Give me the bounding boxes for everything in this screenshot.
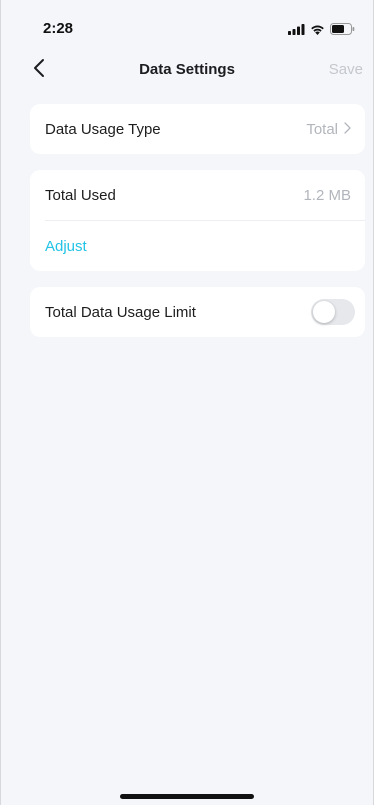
chevron-right-icon <box>344 121 351 138</box>
adjust-row: Adjust <box>30 221 365 271</box>
adjust-link[interactable]: Adjust <box>45 238 87 255</box>
save-button[interactable]: Save <box>329 61 363 78</box>
nav-bar: Data Settings Save <box>1 48 373 92</box>
page-title: Data Settings <box>139 61 235 78</box>
signal-icon <box>288 22 305 40</box>
wifi-icon <box>310 22 325 40</box>
usage-limit-card: Total Data Usage Limit <box>30 287 365 337</box>
data-settings-screen: 2:28 Data Settings Save Data Usage Type … <box>0 0 374 805</box>
status-bar: 2:28 <box>1 0 373 44</box>
battery-icon <box>330 22 355 40</box>
toggle-knob <box>313 301 335 323</box>
usage-limit-row: Total Data Usage Limit <box>30 287 365 337</box>
usage-type-value-group: Total <box>306 121 351 138</box>
status-time: 2:28 <box>43 20 74 37</box>
usage-type-card: Data Usage Type Total <box>30 104 365 154</box>
usage-type-value: Total <box>306 120 338 138</box>
total-used-card: Total Used 1.2 MB Adjust <box>30 170 365 271</box>
usage-type-label: Data Usage Type <box>45 120 161 138</box>
total-used-value: 1.2 MB <box>303 186 351 204</box>
total-used-row: Total Used 1.2 MB <box>30 170 365 220</box>
usage-limit-label: Total Data Usage Limit <box>45 303 196 321</box>
usage-limit-toggle[interactable] <box>311 299 355 325</box>
usage-type-row[interactable]: Data Usage Type Total <box>30 104 365 154</box>
home-indicator <box>120 794 254 799</box>
total-used-label: Total Used <box>45 186 116 204</box>
status-icons <box>288 22 355 40</box>
